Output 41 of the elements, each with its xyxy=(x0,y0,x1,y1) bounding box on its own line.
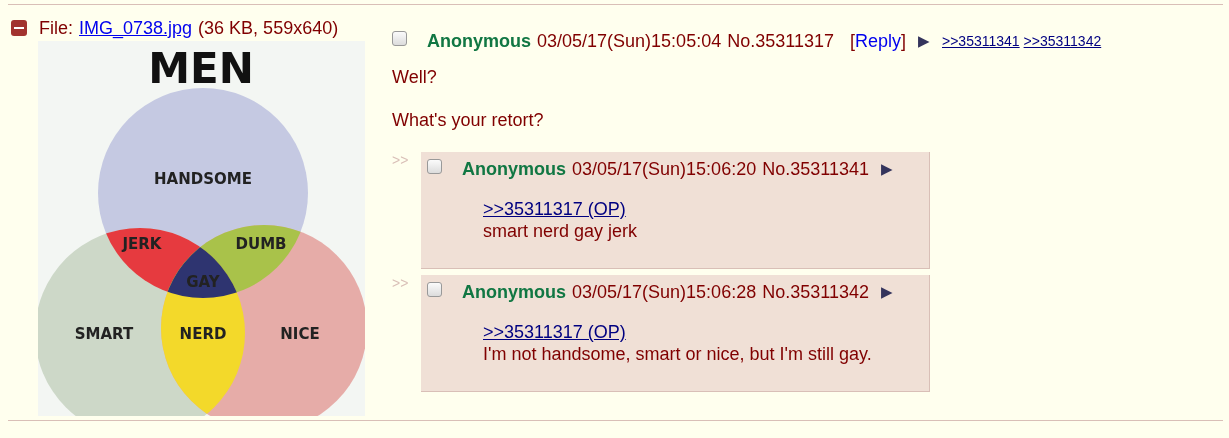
collapse-icon[interactable] xyxy=(11,20,27,36)
post-date: 03/05/17(Sun)15:06:28 xyxy=(572,281,757,303)
post-text: I'm not handsome, smart or nice, but I'm still gay. xyxy=(483,343,873,365)
diagram-label: GAY xyxy=(186,273,220,291)
quote-link[interactable]: >>35311317 (OP) xyxy=(483,198,899,220)
quote-link[interactable]: >>35311317 (OP) xyxy=(483,321,899,343)
bracket: ] xyxy=(901,30,906,52)
post-menu-arrow[interactable]: ▶ xyxy=(918,32,930,50)
post-text: smart nerd gay jerk xyxy=(483,220,639,242)
diagram-label: JERK xyxy=(122,235,162,253)
post-checkbox[interactable] xyxy=(427,158,442,174)
post-date: 03/05/17(Sun)15:06:20 xyxy=(572,158,757,180)
backlink[interactable]: >>35311341 xyxy=(942,33,1020,49)
post-text: Well? xyxy=(392,66,438,88)
post-number[interactable]: No.35311317 xyxy=(727,30,834,52)
backlink[interactable]: >>35311342 xyxy=(1023,33,1102,49)
diagram-label: NERD xyxy=(179,325,227,343)
post-checkbox[interactable] xyxy=(427,281,442,297)
post-number[interactable]: No.35311341 xyxy=(762,158,869,180)
diagram-label: HANDSOME xyxy=(154,170,252,188)
reply-marker: >> xyxy=(392,152,410,168)
file-link[interactable]: IMG_0738.jpg xyxy=(79,17,193,39)
post-checkbox[interactable] xyxy=(392,30,407,46)
post-text: What's your retort? xyxy=(392,109,545,131)
post-date: 03/05/17(Sun)15:05:04 xyxy=(537,30,722,52)
file-info: (36 KB, 559x640) xyxy=(198,17,339,39)
image-title: MEN xyxy=(148,44,254,93)
diagram-label: SMART xyxy=(74,325,134,343)
post-menu-arrow[interactable]: ▶ xyxy=(880,283,893,301)
diagram-label: DUMB xyxy=(235,235,287,253)
post-menu-arrow[interactable]: ▶ xyxy=(880,160,893,178)
file-label: File: xyxy=(39,17,73,39)
poster-name: Anonymous xyxy=(462,158,566,180)
diagram-label: NICE xyxy=(280,325,320,343)
reply-marker: >> xyxy=(392,275,410,291)
thumbnail-image[interactable]: MEN HANDSOME JERK DUMB GAY SMART NERD NICE xyxy=(38,41,365,416)
poster-name: Anonymous xyxy=(427,30,531,52)
reply-link[interactable]: Reply xyxy=(854,30,901,52)
poster-name: Anonymous xyxy=(462,281,566,303)
bracket: [ xyxy=(849,30,855,52)
post-number[interactable]: No.35311342 xyxy=(762,281,869,303)
